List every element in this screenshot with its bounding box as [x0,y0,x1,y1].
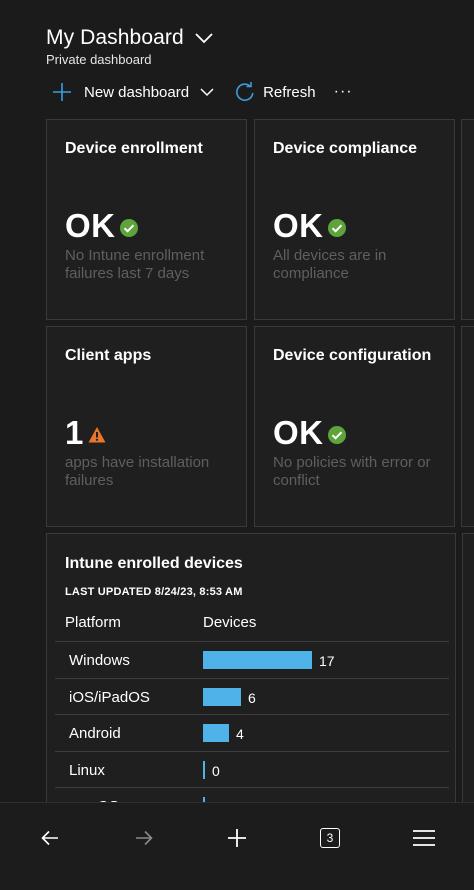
table-row[interactable]: Windows 17 [55,641,449,678]
platform-name: iOS/iPadOS [69,688,150,706]
enrolled-devices-table: Windows 17 iOS/iPadOS 6 Android 4 Linux … [55,641,449,813]
check-circle-icon [119,219,138,237]
tile-title: Intune enrolled devices [65,555,243,572]
refresh-label: Refresh [263,83,316,101]
offscreen-tile-edge [461,326,474,527]
tile-device-enrollment[interactable]: Device enrollment OK No Intune enrollmen… [46,119,247,320]
new-tab-button[interactable] [220,821,254,855]
tab-count: 3 [326,831,334,845]
refresh-icon [236,82,254,101]
tile-device-configuration[interactable]: Device configuration OK No policies with… [254,326,455,527]
page-subtitle: Private dashboard [46,52,152,67]
new-dashboard-label: New dashboard [84,83,190,101]
device-count-bar [203,760,205,779]
status-value: OK [273,414,324,451]
new-dashboard-button[interactable]: New dashboard [52,82,215,102]
tile-title: Device configuration [273,347,432,364]
status-value: OK [273,207,324,244]
tile-status: OK [65,206,138,246]
forward-button[interactable] [127,821,161,855]
refresh-button[interactable]: Refresh [235,82,316,102]
device-count-bar [203,724,229,743]
warning-triangle-icon [88,427,106,443]
status-value: OK [65,207,116,244]
tabs-button[interactable]: 3 [313,821,347,855]
back-button[interactable] [33,821,67,855]
plus-icon [53,83,71,101]
device-count-bar [203,651,312,669]
chevron-down-icon[interactable] [194,28,214,48]
platform-name: Linux [69,761,105,779]
device-count: 17 [319,653,335,669]
tile-intune-enrolled-devices[interactable]: Intune enrolled devices LAST UPDATED 8/2… [46,533,456,813]
plus-icon [228,829,246,847]
status-value: 1 [65,414,84,451]
tile-title: Device enrollment [65,140,203,157]
tile-device-compliance[interactable]: Device compliance OK All devices are in … [254,119,455,320]
table-row[interactable]: iOS/iPadOS 6 [55,677,449,715]
tile-status: 1 [65,413,106,453]
more-options-button[interactable]: ··· [334,83,353,101]
tile-description: apps have installation failures [65,454,210,489]
arrow-left-icon [41,830,58,846]
check-circle-icon [327,219,346,237]
platform-name: Android [69,725,121,743]
page-title: My Dashboard [46,26,184,49]
device-count: 0 [212,762,220,779]
offscreen-tile-edge [462,533,474,813]
tile-description: No policies with error or conflict [273,454,431,489]
tile-description: No Intune enrollment failures last 7 day… [65,247,205,282]
menu-button[interactable] [407,821,441,855]
chevron-down-icon[interactable] [199,84,215,100]
tile-status: OK [273,206,346,246]
offscreen-tile-edge [461,119,474,320]
dashboard-header: My Dashboard Private dashboard New dashb… [0,0,474,118]
tile-title: Device compliance [273,140,418,157]
check-circle-icon [327,426,346,444]
more-icon: ··· [333,83,353,100]
tile-client-apps[interactable]: Client apps 1 apps have installation fai… [46,326,247,527]
column-header-devices: Devices [203,614,257,631]
tile-status: OK [273,413,346,453]
column-header-platform: Platform [65,614,121,631]
device-count: 6 [248,689,256,706]
arrow-right-icon [136,830,153,846]
toolbar: New dashboard Refresh ··· [52,78,353,106]
device-count: 4 [236,726,244,743]
tile-description: All devices are in compliance [273,247,387,282]
table-row[interactable]: Android 4 [55,714,449,751]
device-count-bar [203,687,241,706]
tile-title: Client apps [65,347,152,364]
tabs-icon: 3 [320,828,340,848]
platform-name: Windows [69,652,130,669]
dashboard-title-selector[interactable]: My Dashboard [46,26,214,50]
hamburger-menu-icon [413,830,435,846]
browser-bottom-bar: 3 [0,802,474,890]
last-updated-label: LAST UPDATED 8/24/23, 8:53 AM [65,586,243,598]
table-row[interactable]: Linux 0 [55,750,449,788]
